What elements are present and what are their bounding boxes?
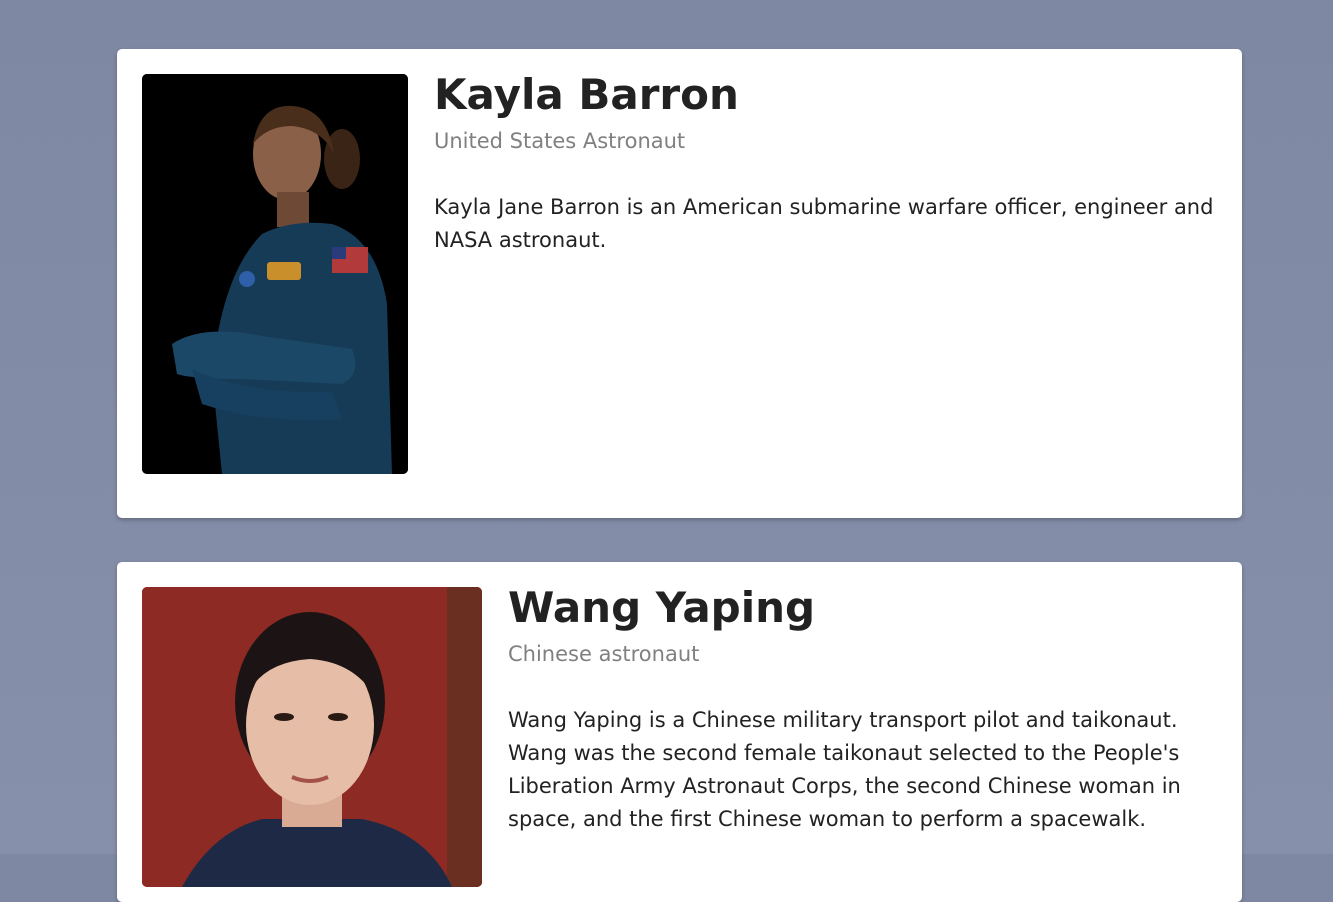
astronaut-card: Wang Yaping Chinese astronaut Wang Yapin… — [117, 562, 1242, 902]
astronaut-bio: Kayla Jane Barron is an American submari… — [434, 195, 1214, 252]
astronaut-info: Wang Yaping Chinese astronaut Wang Yapin… — [508, 582, 1217, 836]
astronaut-role: Chinese astronaut — [508, 642, 700, 666]
astronaut-card: Kayla Barron United States Astronaut Kay… — [117, 49, 1242, 518]
astronaut-info: Kayla Barron United States Astronaut Kay… — [434, 69, 1217, 257]
astronaut-bio: Wang Yaping is a Chinese military transp… — [508, 708, 1181, 831]
astronaut-portrait-image — [142, 587, 482, 887]
astronaut-role: United States Astronaut — [434, 129, 686, 153]
astronaut-name: Wang Yaping — [508, 583, 816, 632]
astronaut-name: Kayla Barron — [434, 70, 739, 119]
astronaut-portrait-image — [142, 74, 408, 474]
